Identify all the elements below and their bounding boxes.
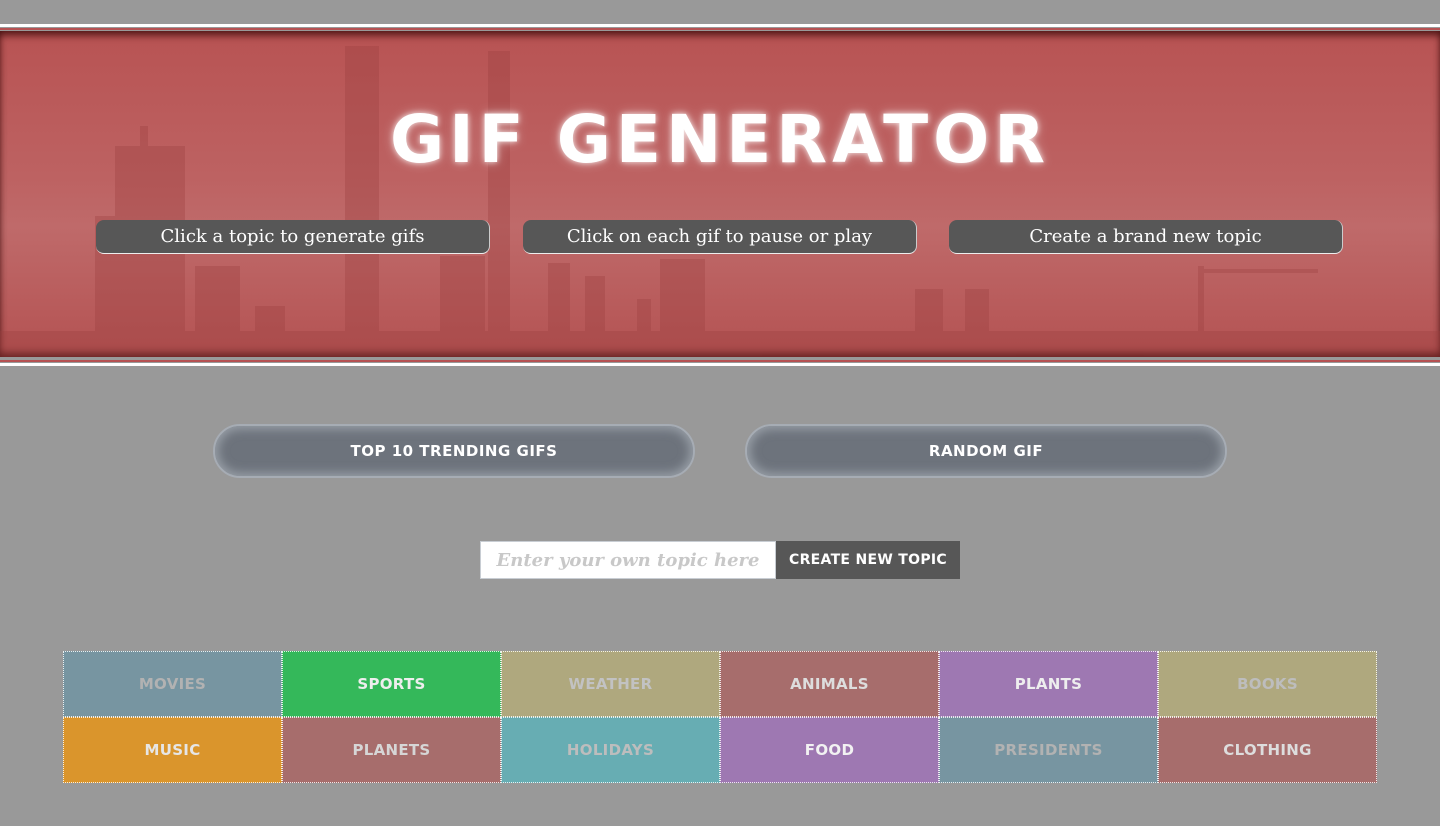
topic-input[interactable]	[480, 541, 776, 579]
header-banner: GIF GENERATOR Click a topic to generate …	[0, 31, 1440, 357]
industrial-skyline-background	[0, 46, 1440, 357]
create-new-topic-button[interactable]: CREATE NEW TOPIC	[776, 541, 960, 579]
topic-button-music[interactable]: MUSIC	[63, 717, 282, 783]
topic-button-books[interactable]: BOOKS	[1158, 651, 1377, 717]
topic-button-presidents[interactable]: PRESIDENTS	[939, 717, 1158, 783]
topic-button-sports[interactable]: SPORTS	[282, 651, 501, 717]
top-trending-gifs-button[interactable]: TOP 10 TRENDING GIFS	[213, 424, 695, 478]
instruction-create-topic: Create a brand new topic	[949, 220, 1343, 254]
topic-button-plants[interactable]: PLANTS	[939, 651, 1158, 717]
topic-button-holidays[interactable]: HOLIDAYS	[501, 717, 720, 783]
page-title: GIF GENERATOR	[389, 101, 1051, 178]
instruction-click-topic: Click a topic to generate gifs	[96, 220, 490, 254]
topic-button-movies[interactable]: MOVIES	[63, 651, 282, 717]
topic-button-animals[interactable]: ANIMALS	[720, 651, 939, 717]
instruction-pause-play: Click on each gif to pause or play	[523, 220, 917, 254]
topic-button-planets[interactable]: PLANETS	[282, 717, 501, 783]
header-top-rule-accent	[0, 28, 1440, 30]
topic-button-food[interactable]: FOOD	[720, 717, 939, 783]
header-bottom-rule	[0, 363, 1440, 366]
header-top-rule	[0, 24, 1440, 27]
new-topic-form: CREATE NEW TOPIC	[480, 541, 960, 579]
header-bottom-rule-accent	[0, 360, 1440, 362]
topic-grid: MOVIES SPORTS WEATHER ANIMALS PLANTS BOO…	[63, 651, 1377, 783]
topic-button-clothing[interactable]: CLOTHING	[1158, 717, 1377, 783]
topic-button-weather[interactable]: WEATHER	[501, 651, 720, 717]
random-gif-button[interactable]: RANDOM GIF	[745, 424, 1227, 478]
